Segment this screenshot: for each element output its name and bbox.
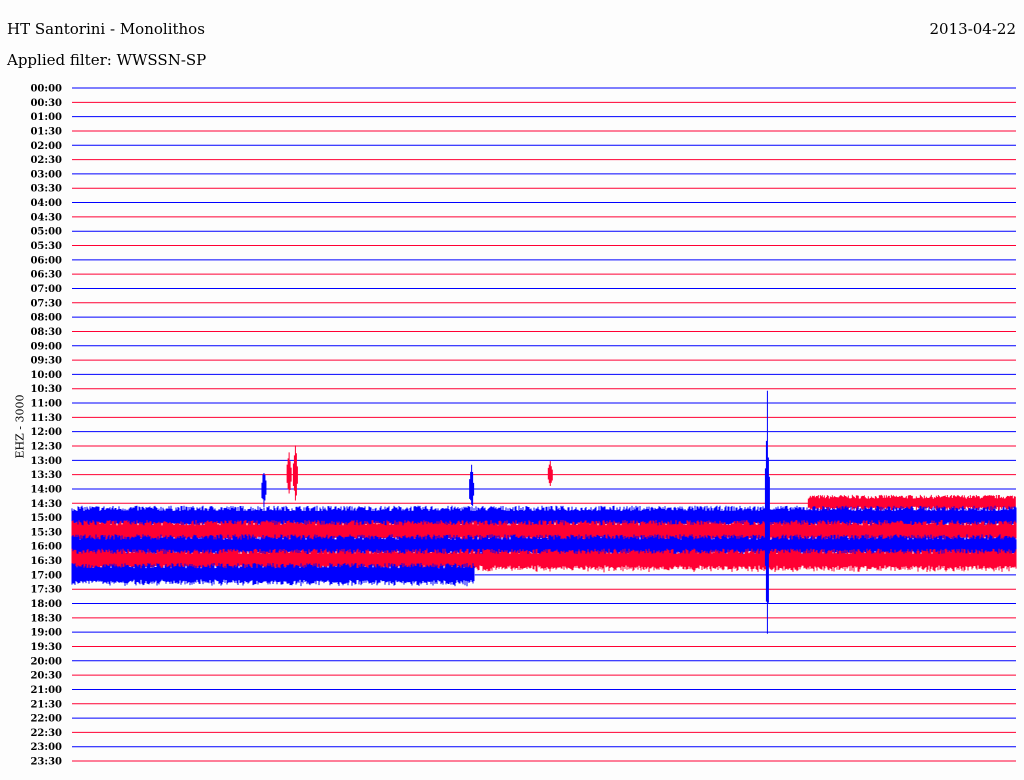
time-tick-label: 06:00 — [30, 255, 62, 266]
time-tick-label: 17:00 — [30, 570, 62, 581]
time-tick-label: 18:30 — [30, 613, 62, 624]
time-tick-label: 10:00 — [30, 370, 62, 381]
time-tick-label: 21:30 — [30, 699, 62, 710]
time-tick-label: 01:30 — [30, 126, 62, 137]
time-tick-label: 17:30 — [30, 585, 62, 596]
time-tick-label: 15:00 — [30, 513, 62, 524]
time-tick-label: 19:30 — [30, 642, 62, 653]
time-tick-label: 12:00 — [30, 427, 62, 438]
time-tick-label: 04:00 — [30, 198, 62, 209]
seismic-event — [261, 473, 267, 508]
time-tick-label: 03:00 — [30, 169, 62, 180]
time-tick-label: 07:00 — [30, 284, 62, 295]
time-tick-label: 14:00 — [30, 484, 62, 495]
time-tick-label: 00:00 — [30, 84, 62, 95]
time-tick-label: 00:30 — [30, 98, 62, 109]
time-tick-label: 16:00 — [30, 542, 62, 553]
time-tick-label: 10:30 — [30, 384, 62, 395]
time-tick-label: 05:00 — [30, 227, 62, 238]
time-tick-label: 09:30 — [30, 356, 62, 367]
time-tick-label: 20:00 — [30, 656, 62, 667]
time-tick-label: 03:30 — [30, 184, 62, 195]
helicorder-plot: HT Santorini - Monolithos 2013-04-22 App… — [0, 0, 1024, 780]
time-tick-label: 11:30 — [30, 413, 62, 424]
seismic-event — [286, 452, 292, 494]
time-tick-label: 06:30 — [30, 270, 62, 281]
time-tick-label: 22:00 — [30, 714, 62, 725]
time-tick-label: 05:30 — [30, 241, 62, 252]
time-tick-label: 16:30 — [30, 556, 62, 567]
time-tick-label: 20:30 — [30, 671, 62, 682]
seismic-event — [469, 464, 475, 506]
time-tick-label: 12:30 — [30, 442, 62, 453]
seismic-event — [292, 445, 298, 501]
time-tick-label: 11:00 — [30, 399, 62, 410]
time-tick-label: 23:30 — [30, 757, 62, 768]
time-tick-label: 13:00 — [30, 456, 62, 467]
time-tick-label: 19:00 — [30, 628, 62, 639]
time-tick-label: 13:30 — [30, 470, 62, 481]
time-tick-label: 21:00 — [30, 685, 62, 696]
seismic-event — [764, 390, 770, 634]
time-tick-label: 14:30 — [30, 499, 62, 510]
time-tick-label: 02:30 — [30, 155, 62, 166]
time-tick-label: 02:00 — [30, 141, 62, 152]
time-tick-label: 01:00 — [30, 112, 62, 123]
time-tick-label: 08:30 — [30, 327, 62, 338]
time-tick-label: 22:30 — [30, 728, 62, 739]
time-tick-label: 07:30 — [30, 298, 62, 309]
time-tick-label: 04:30 — [30, 212, 62, 223]
time-tick-label: 08:00 — [30, 313, 62, 324]
time-tick-label: 09:00 — [30, 341, 62, 352]
time-tick-label: 23:00 — [30, 742, 62, 753]
seismogram-traces: 00:00 00:30 01:00 01:30 02:00 02:30 03:00 03:30… — [30, 84, 1017, 768]
time-tick-label: 18:00 — [30, 599, 62, 610]
seismic-event — [547, 461, 553, 487]
time-tick-label: 15:30 — [30, 527, 62, 538]
